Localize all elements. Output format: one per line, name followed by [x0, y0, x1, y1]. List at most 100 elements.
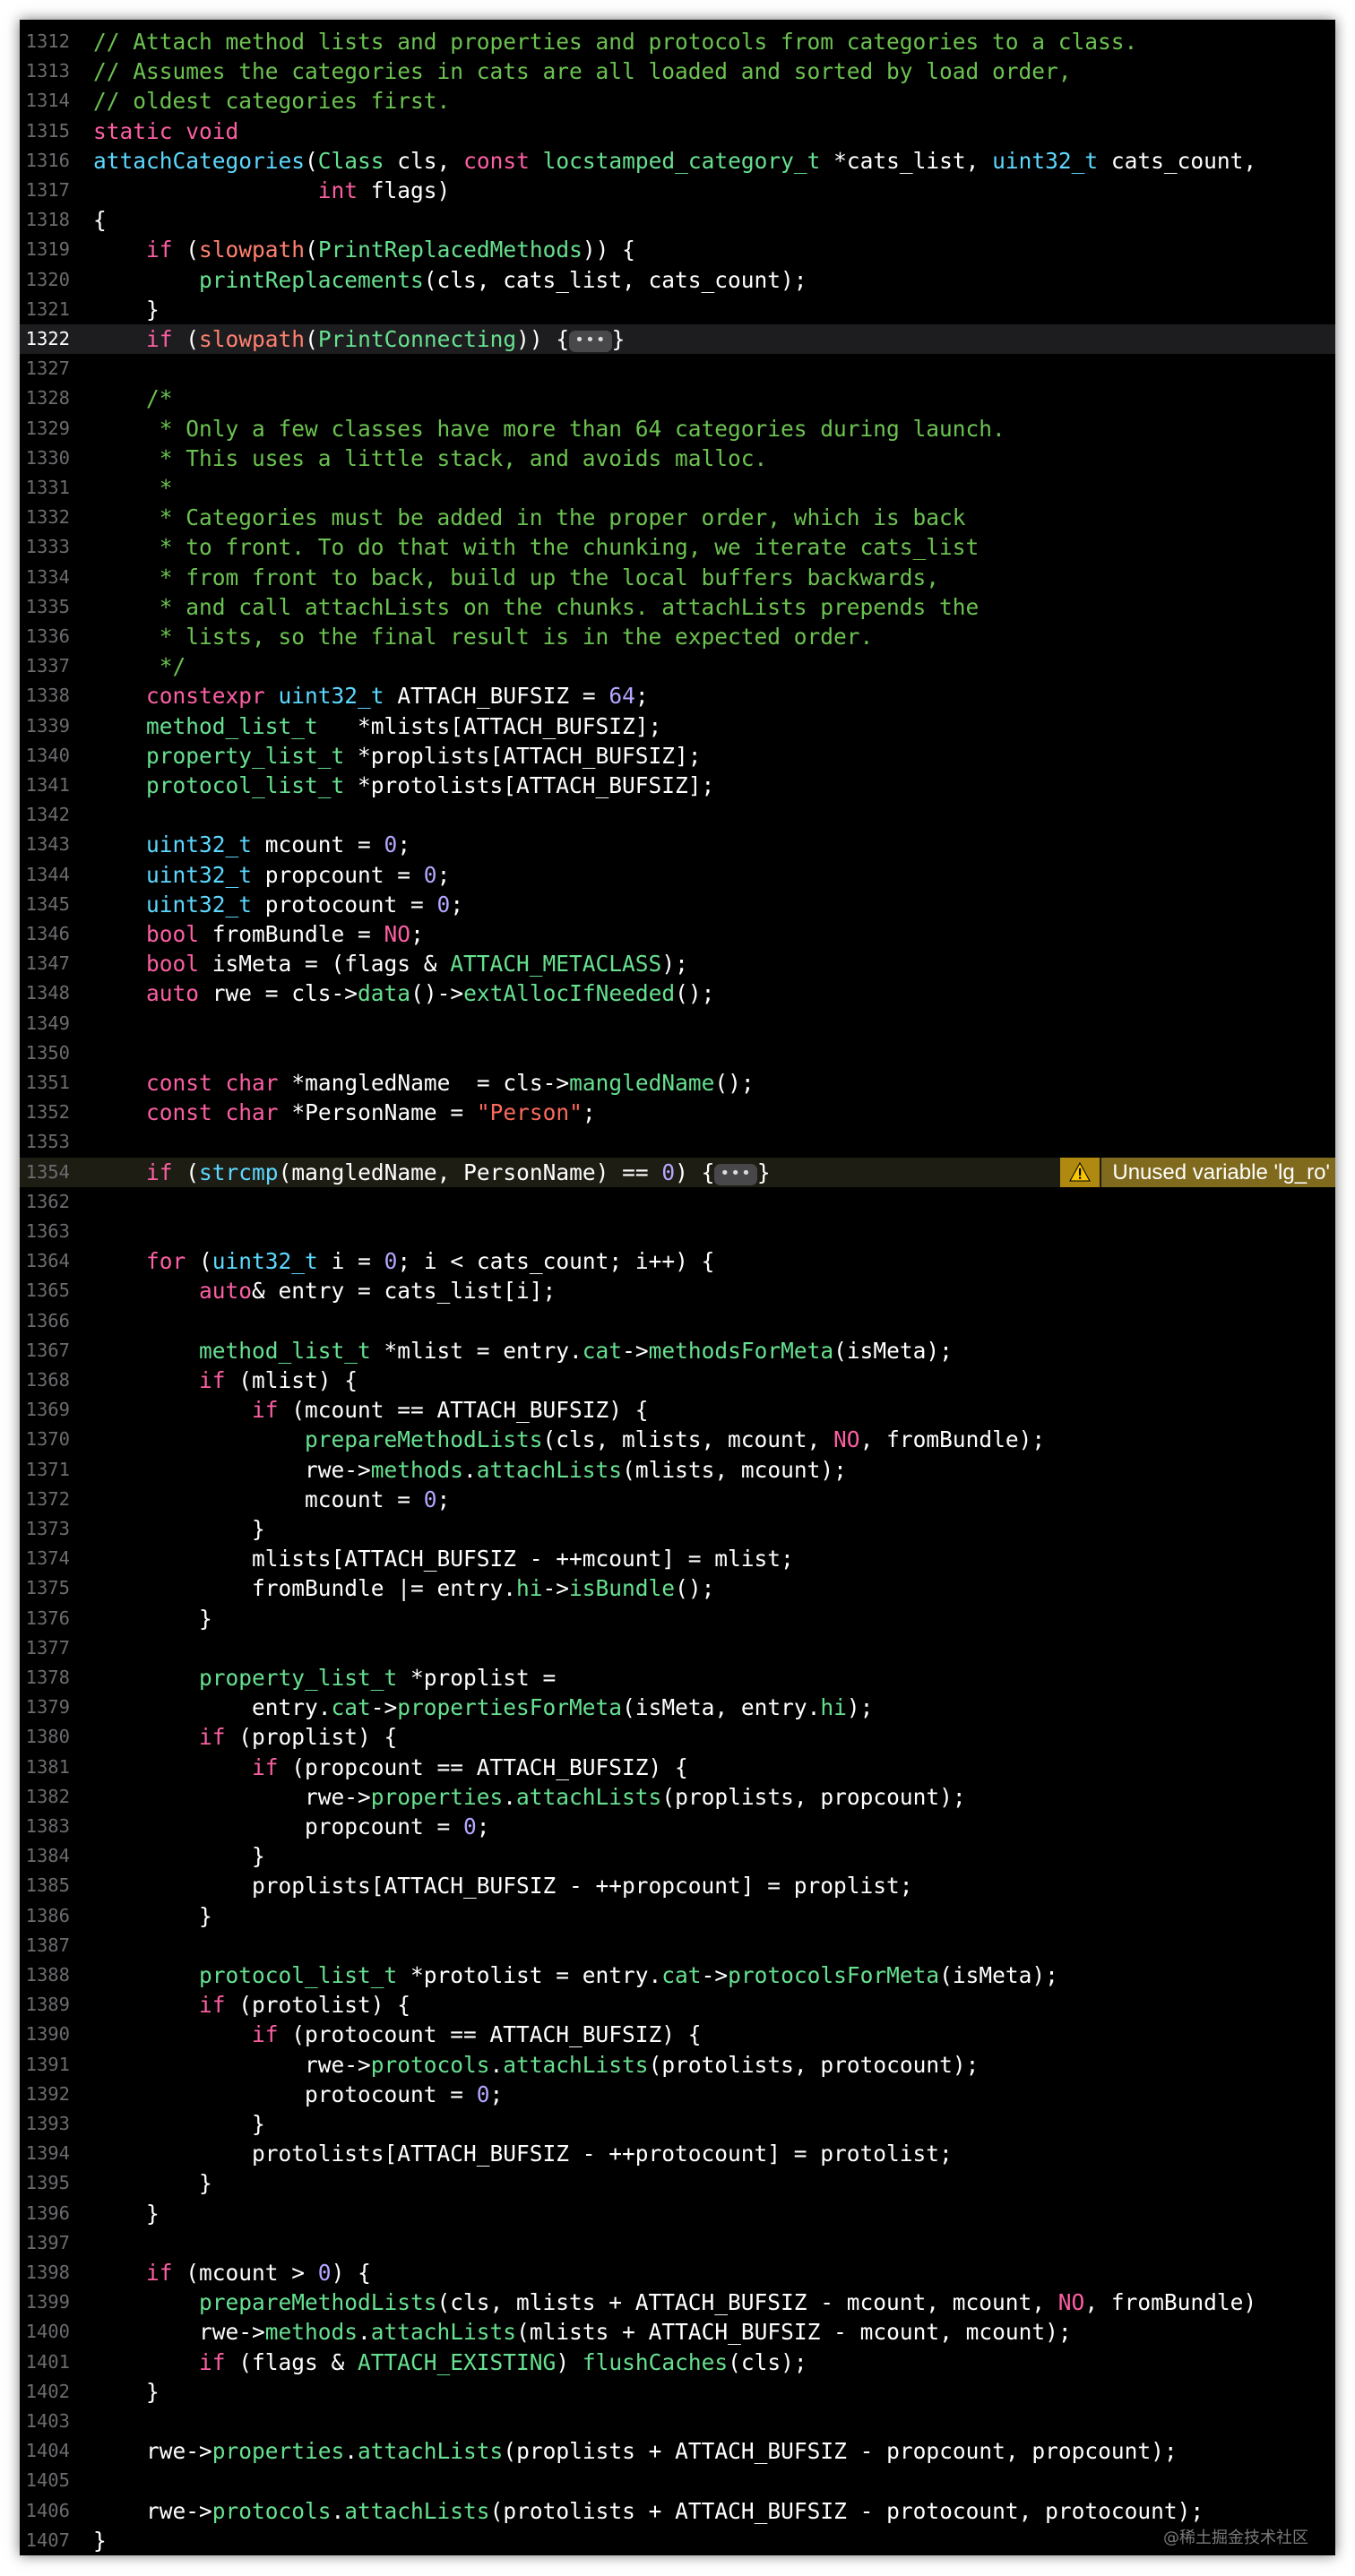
code-token: i = [317, 1248, 384, 1275]
code-line[interactable]: 1362 [20, 1187, 1335, 1217]
code-line[interactable]: 1388 protocol_list_t *protolist = entry.… [20, 1960, 1335, 1990]
code-line[interactable]: 1386 } [20, 1901, 1335, 1931]
folded-code-button[interactable]: ••• [569, 331, 612, 352]
code-line[interactable]: 1327 [20, 354, 1335, 383]
code-line[interactable]: 1348 auto rwe = cls->data()->extAllocIfN… [20, 978, 1335, 1008]
code-line[interactable]: 1383 propcount = 0; [20, 1812, 1335, 1841]
code-line[interactable]: 1395 } [20, 2168, 1335, 2198]
code-line[interactable]: 1398 if (mcount > 0) { [20, 2258, 1335, 2287]
code-line[interactable]: 1321 } [20, 295, 1335, 324]
code-line[interactable]: 1374 mlists[ATTACH_BUFSIZ - ++mcount] = … [20, 1544, 1335, 1573]
code-line[interactable]: 1381 if (propcount == ATTACH_BUFSIZ) { [20, 1753, 1335, 1782]
code-line[interactable]: 1336 * lists, so the final result is in … [20, 622, 1335, 651]
code-line[interactable]: 1391 rwe->protocols.attachLists(protolis… [20, 2050, 1335, 2080]
code-line[interactable]: 1319 if (slowpath(PrintReplacedMethods))… [20, 235, 1335, 264]
folded-code-button[interactable]: ••• [714, 1163, 757, 1185]
code-line[interactable]: 1330 * This uses a little stack, and avo… [20, 444, 1335, 473]
code-line[interactable]: 1329 * Only a few classes have more than… [20, 414, 1335, 444]
code-line[interactable]: 1313 // Assumes the categories in cats ar… [20, 56, 1335, 86]
code-line[interactable]: 1344 uint32_t propcount = 0; [20, 860, 1335, 890]
code-line[interactable]: 1384 } [20, 1841, 1335, 1871]
code-line[interactable]: 1371 rwe->methods.attachLists(mlists, mc… [20, 1455, 1335, 1485]
code-line[interactable]: 1393 } [20, 2109, 1335, 2139]
code-line[interactable]: 1350 [20, 1038, 1335, 1068]
code-line[interactable]: 1390 if (protocount == ATTACH_BUFSIZ) { [20, 2020, 1335, 2049]
code-line[interactable]: 1379 entry.cat->propertiesForMeta(isMeta… [20, 1693, 1335, 1722]
code-text: if (protolist) { [93, 1990, 410, 2020]
code-line[interactable]: 1352 const char *PersonName = "Person"; [20, 1098, 1335, 1127]
code-token: if [199, 1367, 226, 1393]
code-line[interactable]: 1351 const char *mangledName = cls->mang… [20, 1068, 1335, 1098]
code-line[interactable]: 1385 proplists[ATTACH_BUFSIZ - ++propcou… [20, 1871, 1335, 1900]
code-line[interactable]: 1406 rwe->protocols.attachLists(protolis… [20, 2496, 1335, 2526]
code-line[interactable]: 1370 prepareMethodLists(cls, mlists, mco… [20, 1425, 1335, 1454]
code-token: -> [370, 1694, 398, 1721]
code-editor[interactable]: 1312 // Attach method lists and propertie… [20, 20, 1335, 2555]
code-line[interactable]: 1392 protocount = 0; [20, 2080, 1335, 2109]
code-line[interactable]: 1364 for (uint32_t i = 0; i < cats_count… [20, 1246, 1335, 1276]
code-line[interactable]: 1335 * and call attachLists on the chunk… [20, 592, 1335, 622]
code-line[interactable]: 1346 bool fromBundle = NO; [20, 919, 1335, 949]
code-line[interactable]: 1394 protolists[ATTACH_BUFSIZ - ++protoc… [20, 2139, 1335, 2168]
code-line[interactable]: 1316 attachCategories(Class cls, const lo… [20, 146, 1335, 176]
code-line[interactable]: 1400 rwe->methods.attachLists(mlists + A… [20, 2317, 1335, 2347]
code-line[interactable]: 1367 method_list_t *mlist = entry.cat->m… [20, 1336, 1335, 1366]
warning-badge[interactable]: Unused variable 'lg_ro' [1060, 1157, 1335, 1187]
code-line[interactable]: 1387 [20, 1931, 1335, 1960]
code-line[interactable]: 1338 constexpr uint32_t ATTACH_BUFSIZ = … [20, 681, 1335, 711]
code-line[interactable]: 1354 if (strcmp(mangledName, PersonName)… [20, 1157, 1335, 1187]
code-line[interactable]: 1328 /* [20, 383, 1335, 413]
code-line[interactable]: 1375 fromBundle |= entry.hi->isBundle(); [20, 1573, 1335, 1603]
code-line[interactable]: 1339 method_list_t *mlists[ATTACH_BUFSIZ… [20, 711, 1335, 741]
code-line[interactable]: 1353 [20, 1127, 1335, 1157]
code-line[interactable]: 1347 bool isMeta = (flags & ATTACH_METAC… [20, 949, 1335, 978]
code-line[interactable]: 1363 [20, 1217, 1335, 1246]
code-line[interactable]: 1334 * from front to back, build up the … [20, 563, 1335, 592]
code-line[interactable]: 1396 } [20, 2199, 1335, 2228]
code-line[interactable]: 1349 [20, 1009, 1335, 1038]
code-text: if (strcmp(mangledName, PersonName) == 0… [93, 1158, 771, 1187]
code-line[interactable]: 1369 if (mcount == ATTACH_BUFSIZ) { [20, 1395, 1335, 1425]
code-line[interactable]: 1341 protocol_list_t *protolists[ATTACH_… [20, 771, 1335, 800]
code-token: } [93, 2378, 160, 2405]
code-line[interactable]: 1373 } [20, 1514, 1335, 1544]
code-line[interactable]: 1372 mcount = 0; [20, 1485, 1335, 1514]
code-line[interactable]: 1389 if (protolist) { [20, 1990, 1335, 2020]
code-line[interactable]: 1317 int flags) [20, 176, 1335, 205]
code-line[interactable]: 1378 property_list_t *proplist = [20, 1663, 1335, 1693]
code-line[interactable]: 1401 if (flags & ATTACH_EXISTING) flushC… [20, 2348, 1335, 2377]
code-token: if [199, 1724, 226, 1751]
code-line[interactable]: 1342 [20, 800, 1335, 830]
code-line[interactable]: 1365 auto& entry = cats_list[i]; [20, 1276, 1335, 1305]
code-line[interactable]: 1404 rwe->properties.attachLists(proplis… [20, 2436, 1335, 2466]
code-line[interactable]: 1382 rwe->properties.attachLists(proplis… [20, 1782, 1335, 1812]
code-line[interactable]: 1337 */ [20, 651, 1335, 681]
code-line[interactable]: 1402 } [20, 2377, 1335, 2407]
code-line[interactable]: 1333 * to front. To do that with the chu… [20, 532, 1335, 562]
code-token: *mlists[ATTACH_BUFSIZ]; [317, 712, 662, 739]
code-line[interactable]: 1340 property_list_t *proplists[ATTACH_B… [20, 741, 1335, 771]
code-line[interactable]: 1405 [20, 2466, 1335, 2495]
code-line[interactable]: 1380 if (proplist) { [20, 1722, 1335, 1752]
code-line[interactable]: 1315 static void [20, 116, 1335, 146]
code-line[interactable]: 1331 * [20, 473, 1335, 503]
code-line[interactable]: 1403 [20, 2407, 1335, 2436]
code-line[interactable]: 1377 [20, 1633, 1335, 1663]
code-line[interactable]: 1318 { [20, 205, 1335, 235]
code-line[interactable]: 1345 uint32_t protocount = 0; [20, 890, 1335, 919]
code-line[interactable]: 1376 } [20, 1604, 1335, 1633]
code-line[interactable]: 1407} [20, 2526, 1335, 2555]
code-line[interactable]: 1332 * Categories must be added in the p… [20, 503, 1335, 532]
code-line[interactable]: 1320 printReplacements(cls, cats_list, c… [20, 265, 1335, 295]
code-line[interactable]: 1366 [20, 1306, 1335, 1336]
code-line[interactable]: 1397 [20, 2228, 1335, 2258]
code-line[interactable]: 1314 // oldest categories first. [20, 86, 1335, 116]
code-line[interactable]: 1312 // Attach method lists and propertie… [20, 27, 1335, 56]
code-line[interactable]: 1343 uint32_t mcount = 0; [20, 830, 1335, 859]
code-line[interactable]: 1399 prepareMethodLists(cls, mlists + AT… [20, 2287, 1335, 2317]
code-line[interactable]: 1322 if (slowpath(PrintConnecting)) {•••… [20, 324, 1335, 354]
code-token: ATTACH_BUFSIZ = [384, 683, 609, 710]
code-line[interactable]: 1368 if (mlist) { [20, 1366, 1335, 1395]
code-token: // Attach method lists and properties an… [93, 29, 1138, 55]
